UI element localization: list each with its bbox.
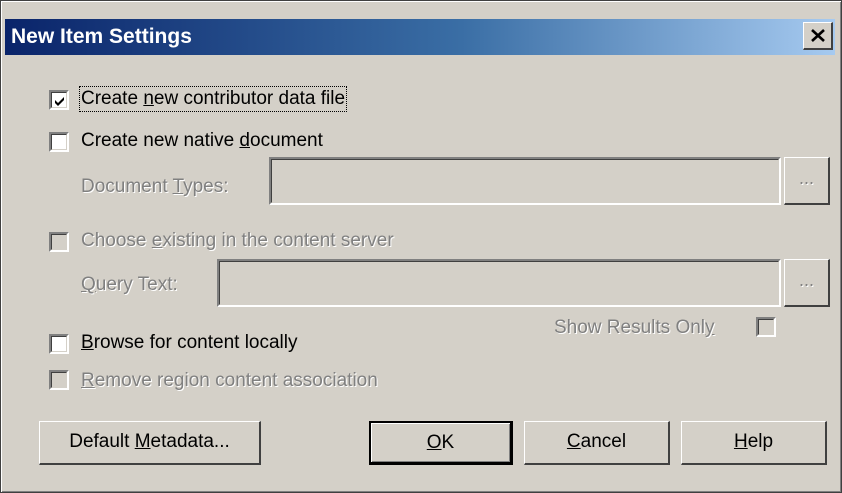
- create-native-label[interactable]: Create new native document: [81, 130, 323, 152]
- close-icon: [811, 29, 825, 42]
- document-types-label: Document Types:: [81, 176, 229, 197]
- title-bar[interactable]: New Item Settings: [5, 19, 835, 55]
- create-native-checkbox[interactable]: [49, 132, 69, 152]
- remove-association-checkbox[interactable]: [49, 370, 69, 390]
- create-contributor-checkbox[interactable]: [49, 90, 69, 110]
- cancel-button[interactable]: Cancel: [524, 421, 670, 465]
- query-text-field[interactable]: [217, 259, 781, 307]
- document-types-browse-button[interactable]: ...: [784, 157, 830, 205]
- window-title: New Item Settings: [11, 25, 192, 48]
- new-item-settings-dialog: New Item Settings Create new contributor…: [0, 0, 842, 493]
- create-contributor-label[interactable]: Create new contributor data file: [78, 86, 348, 112]
- show-results-only-checkbox[interactable]: [756, 317, 776, 337]
- remove-association-label[interactable]: Remove region content association: [81, 370, 378, 392]
- choose-existing-label[interactable]: Choose existing in the content server: [81, 230, 394, 252]
- ok-button[interactable]: OK: [369, 421, 513, 465]
- show-results-only-label[interactable]: Show Results Only: [554, 317, 715, 339]
- choose-existing-checkbox[interactable]: [49, 232, 69, 252]
- document-types-field[interactable]: [269, 157, 781, 205]
- query-text-browse-button[interactable]: ...: [784, 259, 830, 307]
- checkmark-icon: [55, 97, 64, 106]
- browse-local-checkbox[interactable]: [49, 334, 69, 354]
- default-metadata-button[interactable]: Default Metadata...: [39, 421, 261, 465]
- query-text-label: Query Text:: [81, 274, 178, 295]
- browse-local-label[interactable]: Browse for content locally: [81, 332, 298, 354]
- help-button[interactable]: Help: [681, 421, 827, 465]
- close-button[interactable]: [803, 22, 833, 50]
